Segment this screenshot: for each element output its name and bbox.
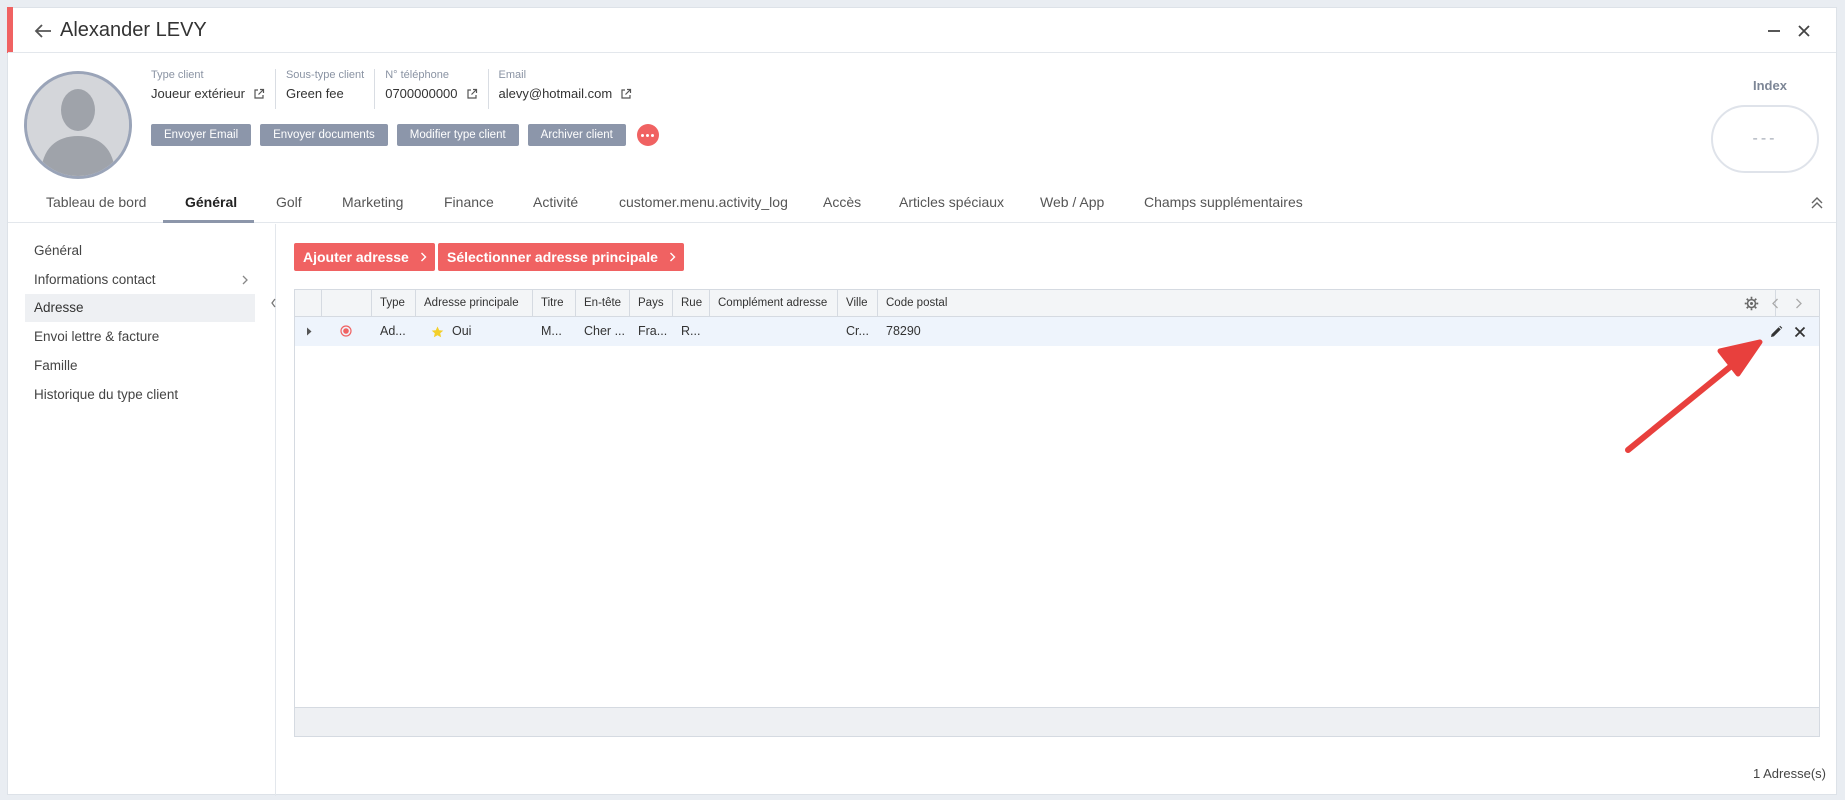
tab-general[interactable]: Général xyxy=(185,189,237,223)
person-silhouette-icon xyxy=(27,74,129,176)
column-header-complement-adresse[interactable]: Complément adresse xyxy=(710,290,838,317)
expand-column-header xyxy=(295,290,322,317)
cell-adresse-principale: Oui xyxy=(452,324,472,338)
scroll-right-icon[interactable] xyxy=(1794,298,1803,309)
tab-web-app[interactable]: Web / App xyxy=(1040,189,1104,223)
external-link-icon[interactable] xyxy=(466,88,478,100)
external-link-icon[interactable] xyxy=(253,88,265,100)
cell-ville: Cr... xyxy=(846,324,869,338)
address-count: 1 Adresse(s) xyxy=(1753,766,1826,781)
external-link-icon[interactable] xyxy=(620,88,632,100)
send-email-button[interactable]: Envoyer Email xyxy=(151,124,252,146)
close-icon[interactable] xyxy=(1793,20,1815,42)
archive-client-button[interactable]: Archiver client xyxy=(527,124,626,146)
settings-gear-icon[interactable] xyxy=(1744,296,1759,311)
collapse-up-icon[interactable] xyxy=(1809,195,1825,211)
table-row[interactable]: Ad... Oui M... Cher ... Fra... R... Cr..… xyxy=(295,317,1819,346)
modify-client-type-button[interactable]: Modifier type client xyxy=(396,124,519,146)
field-value: 0700000000 xyxy=(385,86,458,101)
star-icon xyxy=(431,326,444,338)
column-header-titre[interactable]: Titre xyxy=(533,290,576,317)
cell-type: Ad... xyxy=(380,324,406,338)
sidebar-item-label: Adresse xyxy=(34,300,84,315)
add-address-button[interactable]: Ajouter adresse xyxy=(294,243,435,271)
tab-articles-speciaux[interactable]: Articles spéciaux xyxy=(899,189,1004,223)
sidebar-item-label: Informations contact xyxy=(34,272,156,287)
client-modal: Alexander LEVY Type client Joueur extéri… xyxy=(7,7,1837,796)
column-header-type[interactable]: Type xyxy=(372,290,416,317)
cell-code-postal: 78290 xyxy=(886,324,921,338)
cell-titre: M... xyxy=(541,324,562,338)
sidebar-item-label: Historique du type client xyxy=(34,387,179,402)
column-header-en-tete[interactable]: En-tête xyxy=(576,290,630,317)
active-tab-indicator xyxy=(163,220,254,223)
cell-pays: Fra... xyxy=(638,324,668,338)
sidebar-item-general[interactable]: Général xyxy=(25,237,255,265)
sidebar-item-adresse[interactable]: Adresse xyxy=(25,294,255,322)
more-actions-icon[interactable] xyxy=(636,124,659,146)
sidebar-item-informations-contact[interactable]: Informations contact xyxy=(25,266,255,294)
sidebar-item-historique-type-client[interactable]: Historique du type client xyxy=(25,381,255,409)
minimize-icon[interactable] xyxy=(1763,20,1785,42)
tab-champs-supplementaires[interactable]: Champs supplémentaires xyxy=(1144,189,1303,223)
column-header-pays[interactable]: Pays xyxy=(630,290,673,317)
scroll-left-icon[interactable] xyxy=(1771,298,1780,309)
title-bar: Alexander LEVY xyxy=(8,8,1836,53)
client-info-fields: Type client Joueur extérieur Sous-type c… xyxy=(151,69,642,109)
field-label: Sous-type client xyxy=(285,69,365,81)
client-actions: Envoyer Email Envoyer documents Modifier… xyxy=(151,124,659,146)
column-header-rue[interactable]: Rue xyxy=(673,290,710,317)
cell-en-tete: Cher ... xyxy=(584,324,625,338)
address-grid: Type Adresse principale Titre En-tête Pa… xyxy=(294,289,1820,737)
tab-marketing[interactable]: Marketing xyxy=(342,189,403,223)
field-label: Email xyxy=(498,69,527,81)
select-main-address-button[interactable]: Sélectionner adresse principale xyxy=(438,243,684,271)
delete-x-icon[interactable] xyxy=(1793,325,1807,339)
field-type-client: Type client Joueur extérieur xyxy=(151,69,275,109)
field-value: Joueur extérieur xyxy=(151,86,245,101)
index-value: --- xyxy=(1711,105,1819,173)
sidebar-item-envoi-lettre-facture[interactable]: Envoi lettre & facture xyxy=(25,323,255,351)
tab-acces[interactable]: Accès xyxy=(823,189,861,223)
add-address-label: Ajouter adresse xyxy=(303,249,409,265)
tab-activite[interactable]: Activité xyxy=(533,189,578,223)
grid-footer xyxy=(295,707,1819,736)
tab-activity-log[interactable]: customer.menu.activity_log xyxy=(619,189,788,223)
field-value: alevy@hotmail.com xyxy=(498,86,613,101)
sidebar-item-famille[interactable]: Famille xyxy=(25,352,255,380)
sidebar-item-label: Général xyxy=(34,243,83,258)
tab-tableau-de-bord[interactable]: Tableau de bord xyxy=(46,189,146,223)
column-header-ville[interactable]: Ville xyxy=(838,290,878,317)
field-sous-type-client: Sous-type client Green fee xyxy=(274,69,374,109)
index-label: Index xyxy=(1753,78,1787,93)
avatar xyxy=(24,71,132,179)
chevron-right-icon xyxy=(242,275,248,285)
field-label: N° téléphone xyxy=(385,69,449,81)
field-label: Type client xyxy=(151,69,204,81)
status-dot-icon xyxy=(340,325,352,337)
select-main-address-label: Sélectionner adresse principale xyxy=(447,249,658,265)
tab-finance[interactable]: Finance xyxy=(444,189,494,223)
cell-rue: R... xyxy=(681,324,701,338)
chevron-right-icon xyxy=(420,252,427,262)
sidebar-splitter-handle[interactable] xyxy=(271,297,277,309)
expand-row-icon[interactable] xyxy=(306,327,312,336)
tab-golf[interactable]: Golf xyxy=(276,189,302,223)
column-header-adresse-principale[interactable]: Adresse principale xyxy=(416,290,533,317)
send-documents-button[interactable]: Envoyer documents xyxy=(260,124,388,146)
chevron-right-icon xyxy=(669,252,676,262)
field-telephone: N° téléphone 0700000000 xyxy=(374,69,487,109)
sidebar: Général Informations contact Adresse Env… xyxy=(8,224,276,796)
field-email: Email alevy@hotmail.com xyxy=(487,69,643,109)
grid-header: Type Adresse principale Titre En-tête Pa… xyxy=(295,290,1819,317)
status-column-header xyxy=(322,290,372,317)
sidebar-item-label: Famille xyxy=(34,358,78,373)
sidebar-item-label: Envoi lettre & facture xyxy=(34,329,160,344)
tab-bar: Tableau de bord Général Golf Marketing F… xyxy=(8,189,1836,223)
edit-pencil-icon[interactable] xyxy=(1769,325,1783,339)
window-title: Alexander LEVY xyxy=(60,19,207,41)
column-header-code-postal[interactable]: Code postal xyxy=(878,290,1776,317)
field-value: Green fee xyxy=(285,86,344,101)
back-arrow-icon[interactable] xyxy=(32,21,54,41)
